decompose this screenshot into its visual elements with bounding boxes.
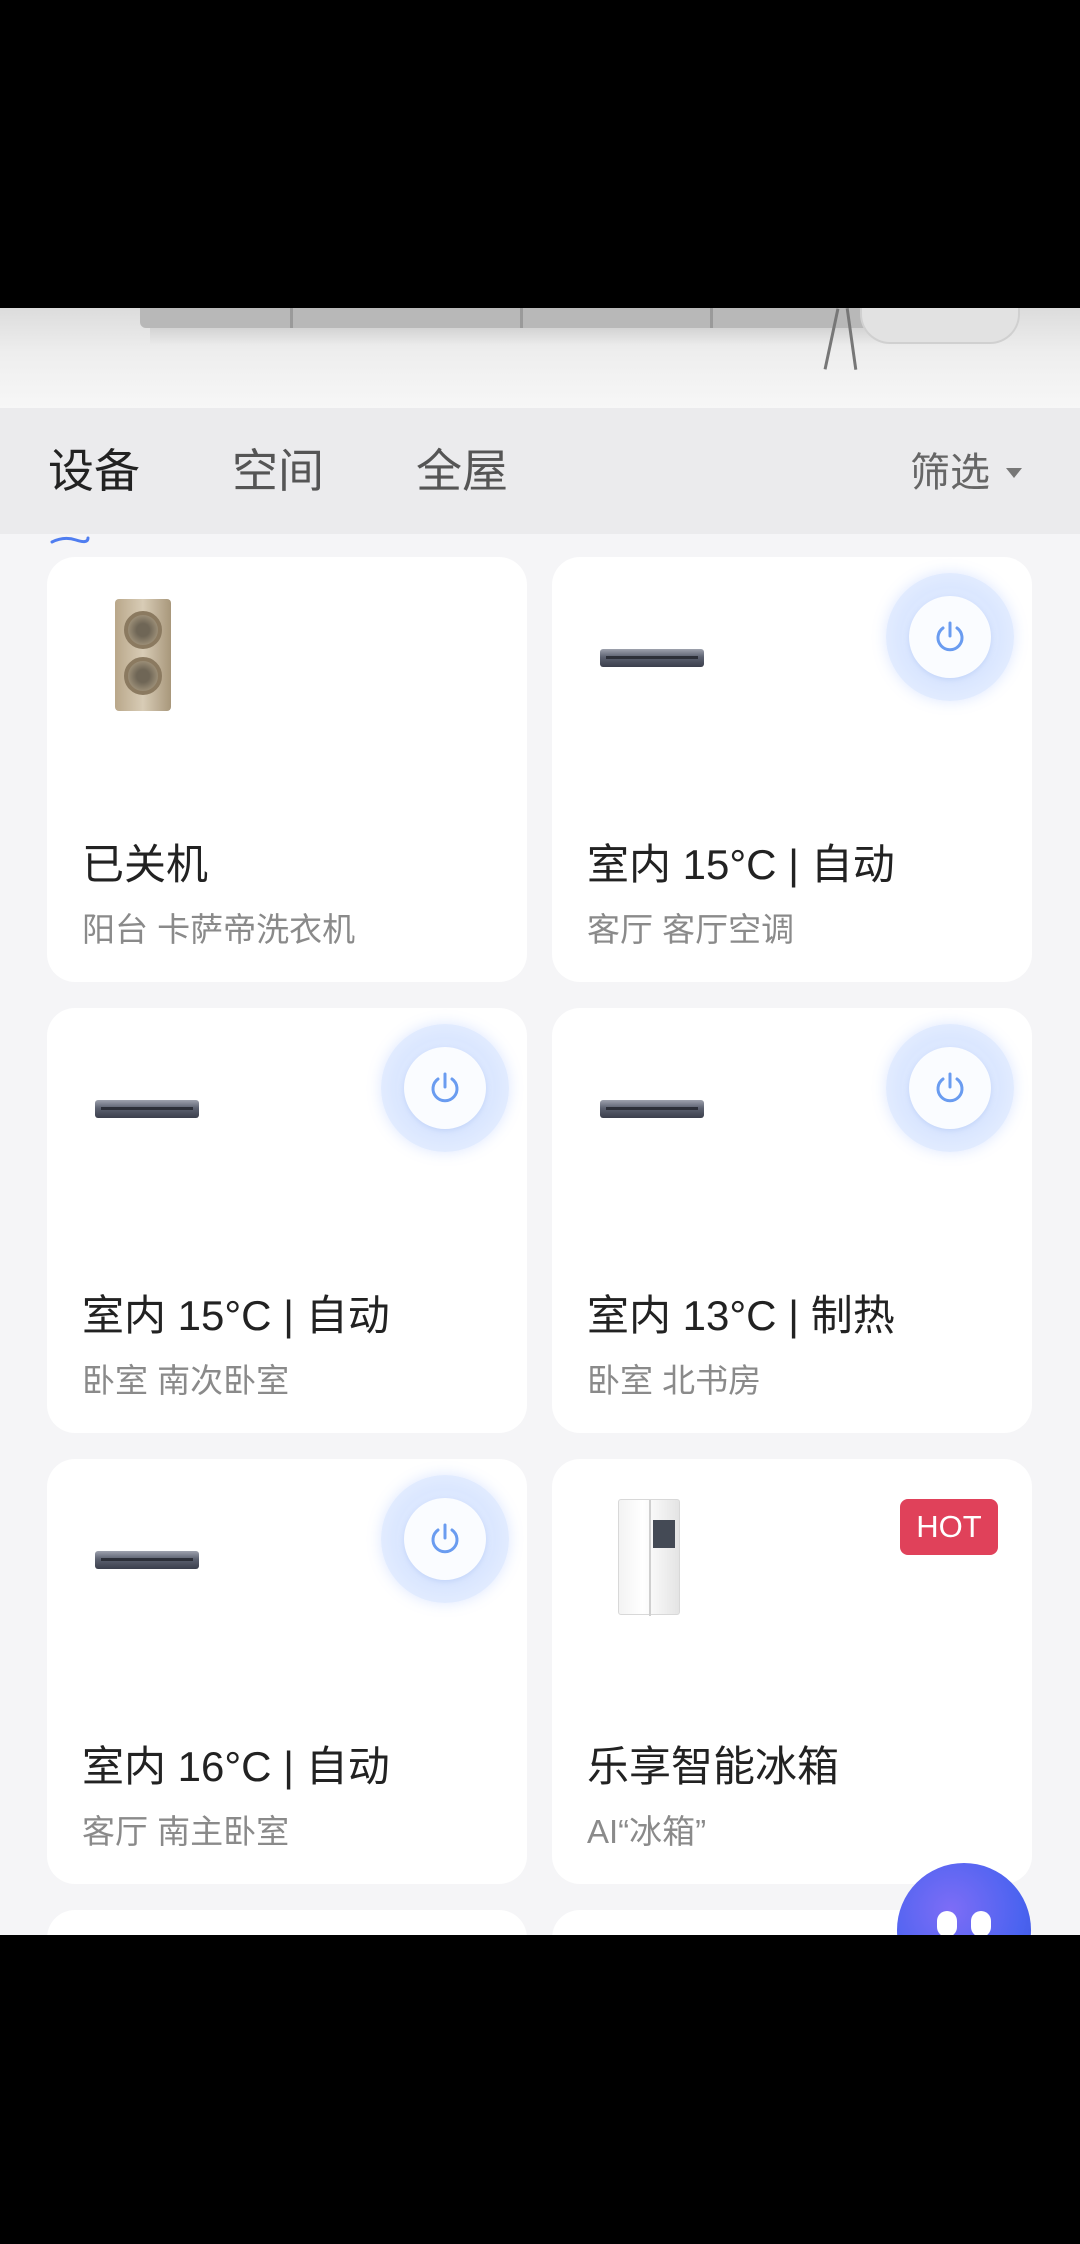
bottom-black-bar [0,1935,1080,2244]
air-conditioner-icon [95,1100,199,1118]
device-status: 室内 15°C | 自动 [82,1292,390,1339]
device-status: 室内 16°C | 自动 [82,1743,390,1790]
sofa-illustration [140,308,900,328]
device-card-north-study-ac[interactable]: 室内 13°C | 制热 卧室 北书房 [552,1008,1032,1433]
active-tab-indicator [50,536,90,544]
device-home-screen: 设备 空间 全屋 筛选 已关机 阳台 卡萨帝洗衣机 室内 15°C | 自动 客… [0,308,1080,1935]
device-status: 室内 13°C | 制热 [587,1292,895,1339]
device-location: 阳台 卡萨帝洗衣机 [82,911,356,948]
tab-whole-house[interactable]: 全屋 [416,444,508,498]
device-status: 室内 15°C | 自动 [587,841,895,888]
device-card-smart-fridge[interactable]: HOT 乐享智能冰箱 AI“冰箱” [552,1459,1032,1884]
device-card-master-bedroom-ac[interactable]: 室内 16°C | 自动 客厅 南主卧室 [47,1459,527,1884]
category-tab-bar: 设备 空间 全屋 筛选 [0,408,1080,544]
device-status: 已关机 [82,841,209,888]
refrigerator-icon [618,1499,680,1616]
device-location: 客厅 南主卧室 [82,1813,290,1850]
hero-banner-image [0,308,1080,408]
power-icon [431,1072,459,1103]
tab-spaces[interactable]: 空间 [232,444,324,498]
device-card-south-bedroom-ac[interactable]: 室内 15°C | 自动 卧室 南次卧室 [47,1008,527,1433]
device-card-washer[interactable]: 已关机 阳台 卡萨帝洗衣机 [47,557,527,982]
device-card-living-room-ac[interactable]: 室内 15°C | 自动 客厅 客厅空调 [552,557,1032,982]
device-location: 卧室 南次卧室 [82,1362,290,1399]
top-black-bar [0,0,1080,308]
power-button[interactable] [381,1024,509,1152]
air-conditioner-icon [600,1100,704,1118]
device-location: AI“冰箱” [587,1813,707,1850]
device-status: 乐享智能冰箱 [587,1743,840,1790]
power-icon [936,1072,964,1103]
device-card-partial[interactable] [47,1910,527,1935]
power-button[interactable] [381,1475,509,1603]
device-location: 卧室 北书房 [587,1362,762,1399]
hot-badge: HOT [900,1499,998,1555]
tab-devices[interactable]: 设备 [48,444,140,498]
air-conditioner-icon [95,1551,199,1569]
filter-label: 筛选 [910,451,990,495]
caret-down-icon [1006,468,1022,478]
power-button[interactable] [886,1024,1014,1152]
air-conditioner-icon [600,649,704,667]
washing-machine-icon [115,599,171,711]
power-icon [431,1523,459,1554]
device-location: 客厅 客厅空调 [587,911,795,948]
chair-illustration [860,308,1020,344]
power-icon [936,621,964,652]
power-button[interactable] [886,573,1014,701]
filter-dropdown[interactable]: 筛选 [910,448,1022,498]
